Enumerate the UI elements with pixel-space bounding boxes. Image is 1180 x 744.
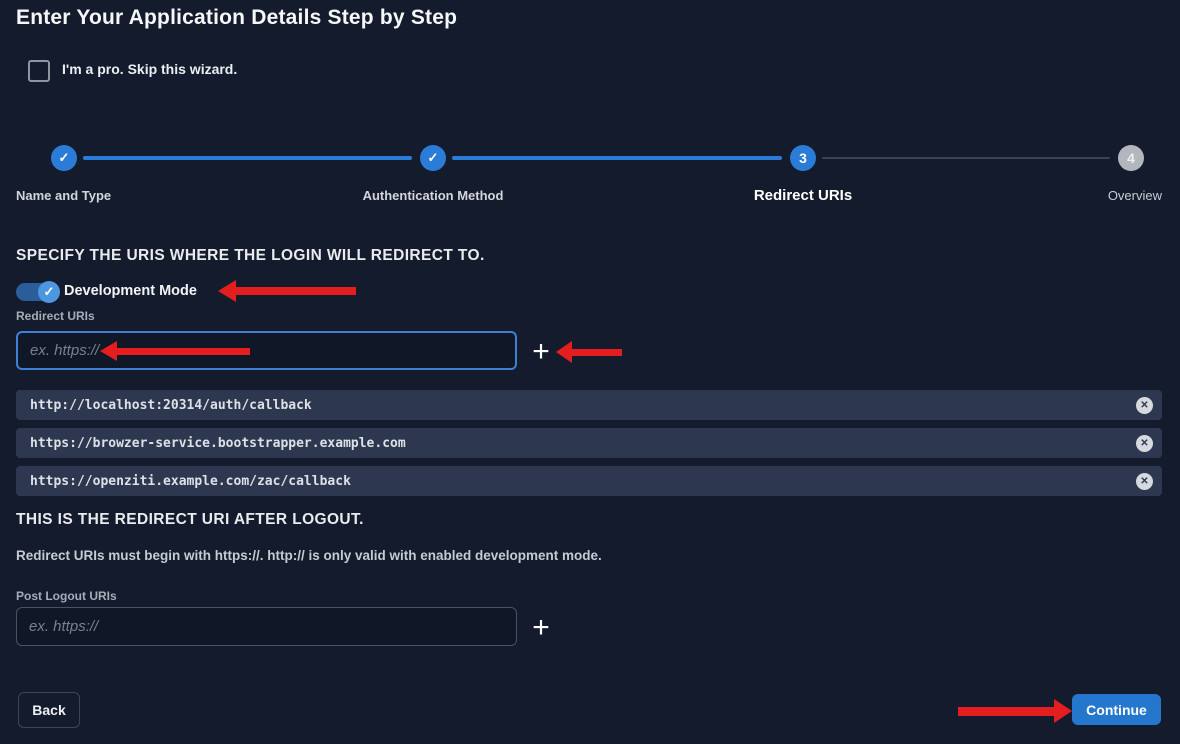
continue-button[interactable]: Continue (1072, 694, 1161, 725)
redirect-uri-value: http://localhost:20314/auth/callback (16, 398, 312, 413)
skip-wizard-label: I'm a pro. Skip this wizard. (62, 61, 237, 77)
redirect-uri-chip: http://localhost:20314/auth/callback ✕ (16, 390, 1162, 420)
step-label-overview: Overview (1108, 188, 1162, 203)
redirect-uri-chip: https://openziti.example.com/zac/callbac… (16, 466, 1162, 496)
step-label-name-and-type: Name and Type (16, 188, 111, 203)
toggle-knob: ✓ (38, 281, 60, 303)
redirect-uri-value: https://openziti.example.com/zac/callbac… (16, 474, 351, 489)
remove-uri-icon[interactable]: ✕ (1136, 473, 1153, 490)
redirect-uris-field-label: Redirect URIs (16, 309, 95, 323)
check-icon: ✓ (428, 150, 439, 166)
annotation-arrow-add-button (556, 341, 622, 363)
step-circle-overview[interactable]: 4 (1118, 145, 1144, 171)
skip-wizard-checkbox[interactable] (28, 60, 50, 82)
step-circle-authentication-method[interactable]: ✓ (420, 145, 446, 171)
remove-uri-icon[interactable]: ✕ (1136, 397, 1153, 414)
step-connector-3 (822, 157, 1110, 159)
redirect-uri-chip: https://browzer-service.bootstrapper.exa… (16, 428, 1162, 458)
back-button[interactable]: Back (18, 692, 80, 728)
annotation-arrow-dev-mode (218, 280, 356, 302)
step-circle-redirect-uris[interactable]: 3 (790, 145, 816, 171)
logout-section-heading: THIS IS THE REDIRECT URI AFTER LOGOUT. (16, 511, 364, 529)
step-number: 4 (1127, 150, 1135, 166)
page-title: Enter Your Application Details Step by S… (16, 6, 457, 30)
check-icon: ✓ (59, 150, 70, 166)
post-logout-uris-field-label: Post Logout URIs (16, 589, 117, 603)
add-post-logout-uri-button[interactable]: + (527, 614, 555, 642)
step-number: 3 (799, 150, 807, 166)
step-circle-name-and-type[interactable]: ✓ (51, 145, 77, 171)
uri-requirements-note: Redirect URIs must begin with https://. … (16, 548, 602, 563)
development-mode-toggle[interactable]: ✓ (16, 279, 62, 305)
step-connector-2 (452, 156, 782, 160)
development-mode-label: Development Mode (64, 283, 197, 299)
check-icon: ✓ (44, 284, 55, 300)
annotation-arrow-continue (958, 699, 1072, 723)
remove-uri-icon[interactable]: ✕ (1136, 435, 1153, 452)
post-logout-uri-input[interactable] (16, 607, 517, 646)
redirect-uri-value: https://browzer-service.bootstrapper.exa… (16, 436, 406, 451)
step-label-authentication-method: Authentication Method (363, 188, 504, 203)
redirect-section-heading: SPECIFY THE URIS WHERE THE LOGIN WILL RE… (16, 247, 485, 265)
redirect-uri-input[interactable] (16, 331, 517, 370)
step-label-redirect-uris: Redirect URIs (754, 187, 852, 204)
add-redirect-uri-button[interactable]: + (527, 338, 555, 366)
step-connector-1 (83, 156, 412, 160)
